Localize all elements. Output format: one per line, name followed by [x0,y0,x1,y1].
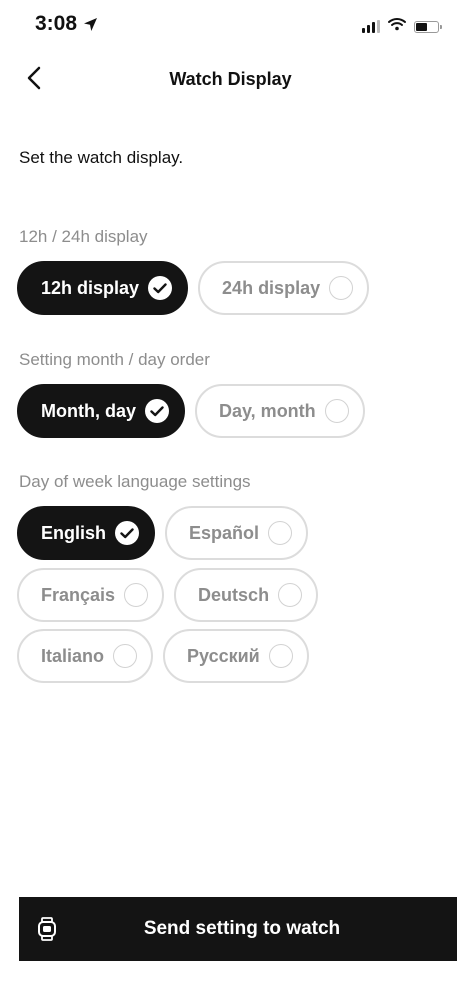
send-button-label: Send setting to watch [143,918,341,939]
language-label: Day of week language settings [19,472,251,491]
option-label: Italiano [41,645,105,666]
check-icon [145,399,169,423]
option-month-day[interactable]: Month, day [17,384,185,438]
page-title: Watch Display [169,69,292,89]
option-label: Русский [187,645,260,666]
option-24h-display[interactable]: 24h display [198,261,370,315]
check-icon [115,521,140,545]
option-label: Deutsch [198,584,270,605]
option-12h-display[interactable]: 12h display [17,261,189,315]
watch-icon [37,917,57,946]
option-francais[interactable]: Français [17,568,165,622]
status-icons [362,17,442,36]
radio-empty-icon [124,583,149,607]
option-espanol[interactable]: Español [165,506,309,560]
option-label: Español [189,522,260,543]
time-format-label: 12h / 24h display [19,227,148,246]
radio-empty-icon [278,583,303,607]
date-order-options: Month, day Day, month [17,384,365,438]
option-label: 24h display [222,277,321,298]
watch-display-screen: 3:08 Watch Display Set the watch display… [0,0,461,990]
option-russian[interactable]: Русский [163,629,309,683]
option-label: Français [41,584,116,605]
option-label: English [41,522,107,543]
option-label: Month, day [41,400,136,421]
option-english[interactable]: English [17,506,156,560]
nav-bar: Watch Display [0,58,461,102]
language-options-row-3: Italiano Русский [17,629,309,683]
radio-empty-icon [268,644,293,668]
radio-empty-icon [324,399,349,423]
option-label: Day, month [219,400,316,421]
option-label: 12h display [41,277,140,298]
language-options-row-2: Français Deutsch [17,568,319,622]
status-time-group: 3:08 [35,12,98,36]
status-time: 3:08 [35,12,78,35]
location-arrow-icon [83,17,98,32]
battery-icon [414,20,442,33]
radio-empty-icon [268,521,293,545]
option-italiano[interactable]: Italiano [17,629,154,683]
radio-empty-icon [113,644,138,668]
option-day-month[interactable]: Day, month [195,384,365,438]
intro-text: Set the watch display. [19,148,184,167]
cellular-signal-icon [362,20,380,33]
date-order-label: Setting month / day order [19,350,210,369]
wifi-icon [388,17,406,36]
send-setting-button[interactable]: Send setting to watch [19,897,457,961]
status-bar: 3:08 [0,0,461,48]
option-deutsch[interactable]: Deutsch [174,568,319,622]
time-format-options: 12h display 24h display [17,261,370,315]
language-options-row-1: English Español [17,506,309,560]
check-icon [148,276,173,300]
radio-empty-icon [329,276,354,300]
